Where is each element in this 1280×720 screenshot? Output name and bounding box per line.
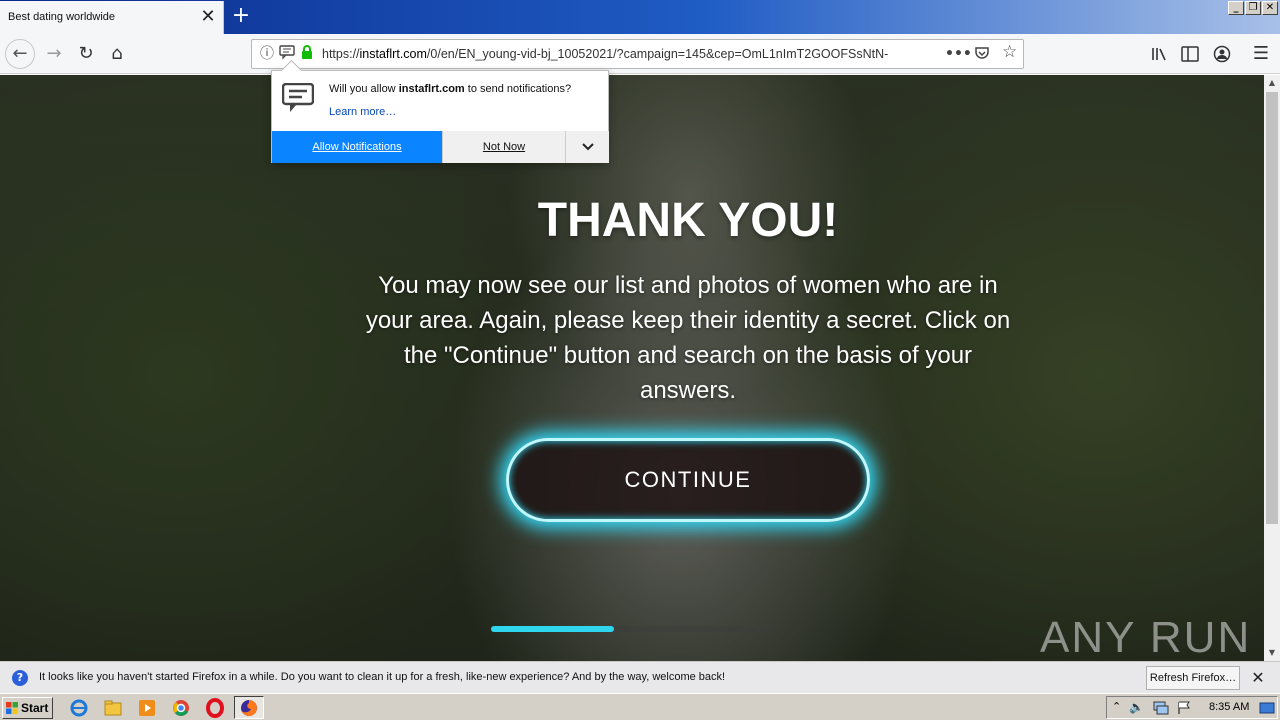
account-icon[interactable] xyxy=(1208,40,1236,68)
scroll-up-arrow-icon[interactable]: ▲ xyxy=(1264,75,1280,91)
notification-message: Will you allow instaflrt.com to send not… xyxy=(329,83,572,95)
back-arrow-icon[interactable]: ← xyxy=(5,39,35,69)
url-scheme: https:// xyxy=(322,47,360,61)
pocket-icon[interactable] xyxy=(974,45,990,66)
home-icon[interactable]: ⌂ xyxy=(103,40,131,68)
secure-lock-icon xyxy=(300,44,314,65)
opera-icon[interactable] xyxy=(205,698,225,718)
media-player-icon[interactable] xyxy=(137,698,157,718)
page-content: THANK YOU! You may now see our list and … xyxy=(0,75,1264,661)
window-titlebar: Best dating worldwide ✕ + _ ❐ ✕ xyxy=(0,0,1280,34)
system-tray: ⌃ 🔈 8:35 AM xyxy=(1106,696,1278,719)
vertical-scrollbar[interactable]: ▲ ▼ xyxy=(1264,75,1280,661)
reload-icon[interactable]: ↻ xyxy=(72,40,100,68)
bookmark-star-icon[interactable]: ☆ xyxy=(1002,43,1017,61)
minimize-window-icon[interactable]: _ xyxy=(1228,1,1244,15)
page-actions-ellipsis-icon[interactable]: ••• xyxy=(945,45,972,63)
tab-close-icon[interactable]: ✕ xyxy=(198,6,218,28)
firefox-icon xyxy=(241,700,257,716)
progress-bar-fill xyxy=(491,626,615,632)
windows-taskbar: Start ⌃ 🔈 8:35 AM xyxy=(0,693,1280,720)
progress-bar xyxy=(491,626,771,632)
chrome-icon[interactable] xyxy=(171,698,191,718)
url-path: /0/en/EN_young-vid-bj_10052021/?campaign… xyxy=(426,47,889,61)
navigation-toolbar: ← → ↻ ⌂ ⓘ https://instaflrt.com/0/en/EN_… xyxy=(0,34,1280,74)
info-bar-close-icon[interactable]: ✕ xyxy=(1248,668,1268,688)
learn-more-link[interactable]: Learn more… xyxy=(329,106,396,118)
restore-window-icon[interactable]: ❐ xyxy=(1245,1,1261,15)
page-headline: THANK YOU! xyxy=(537,194,839,247)
allow-notifications-button[interactable]: Allow Notifications xyxy=(272,131,442,163)
more-options-chevron-down-icon[interactable] xyxy=(565,131,609,163)
new-tab-plus-icon[interactable]: + xyxy=(228,4,254,30)
url-domain: instaflrt.com xyxy=(359,47,427,61)
hamburger-menu-icon[interactable]: ☰ xyxy=(1247,40,1275,68)
show-desktop-icon[interactable] xyxy=(1259,701,1275,715)
show-hidden-icons-chevron-up-icon[interactable]: ⌃ xyxy=(1112,700,1121,713)
windows-logo-icon xyxy=(6,702,18,714)
volume-speaker-icon[interactable]: 🔈 xyxy=(1129,700,1144,714)
notification-chat-icon xyxy=(281,82,315,113)
url-bar[interactable]: ⓘ https://instaflrt.com/0/en/EN_young-vi… xyxy=(251,39,1024,69)
not-now-button[interactable]: Not Now xyxy=(442,131,565,163)
network-monitor-icon[interactable] xyxy=(1153,701,1169,715)
question-help-icon: ? xyxy=(12,670,28,686)
info-circle-icon[interactable]: ⓘ xyxy=(260,45,274,63)
start-label: Start xyxy=(21,701,49,715)
firefox-info-bar: ? It looks like you haven't started Fire… xyxy=(0,661,1280,693)
continue-button[interactable]: CONTINUE xyxy=(506,438,870,522)
taskbar-clock: 8:35 AM xyxy=(1209,701,1250,713)
info-bar-message: It looks like you haven't started Firefo… xyxy=(39,671,726,683)
scroll-down-arrow-icon[interactable]: ▼ xyxy=(1264,645,1280,661)
internet-explorer-icon[interactable] xyxy=(69,698,89,718)
browser-tab[interactable]: Best dating worldwide ✕ xyxy=(0,1,224,34)
forward-arrow-icon[interactable]: → xyxy=(40,40,68,68)
file-explorer-folder-icon[interactable] xyxy=(103,698,123,718)
start-button[interactable]: Start xyxy=(2,697,53,719)
page-body-text: You may now see our list and photos of w… xyxy=(365,272,1011,404)
close-window-icon[interactable]: ✕ xyxy=(1262,1,1278,15)
refresh-firefox-button[interactable]: Refresh Firefox… xyxy=(1146,666,1240,690)
sidebar-icon[interactable] xyxy=(1176,40,1204,68)
library-icon[interactable] xyxy=(1145,40,1173,68)
scrollbar-thumb[interactable] xyxy=(1266,92,1278,524)
tab-title: Best dating worldwide xyxy=(8,11,116,23)
url-text[interactable]: https://instaflrt.com/0/en/EN_young-vid-… xyxy=(322,47,907,61)
notification-permission-popup: Will you allow instaflrt.com to send not… xyxy=(271,70,609,163)
taskbar-firefox-active[interactable] xyxy=(234,696,264,719)
anyrun-watermark: ANY RUN xyxy=(1040,613,1252,661)
action-center-flag-icon[interactable] xyxy=(1177,701,1191,715)
